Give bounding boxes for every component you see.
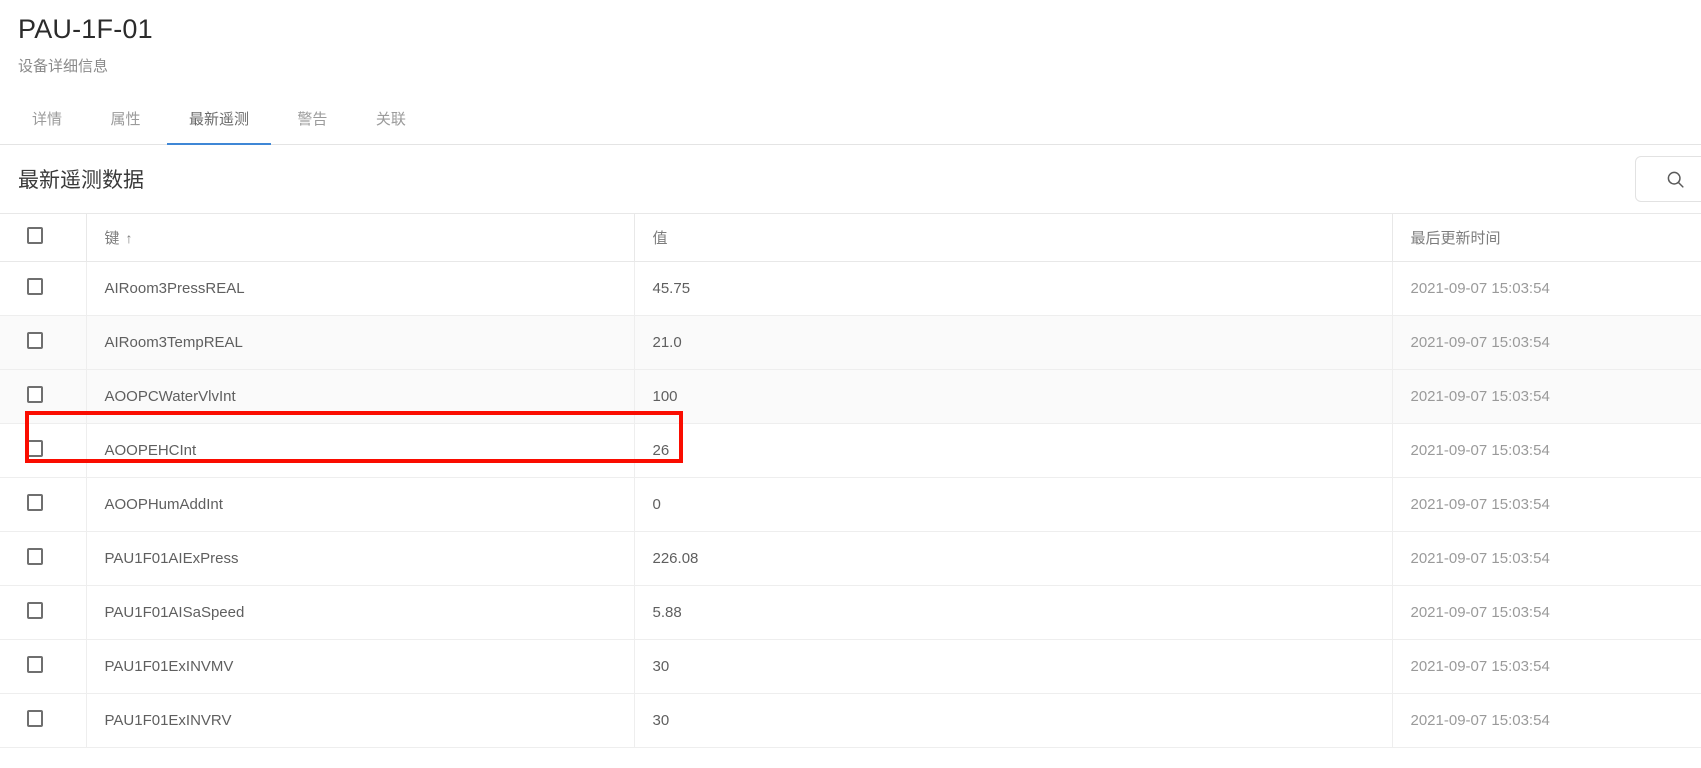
page-header: PAU-1F-01 设备详细信息: [0, 0, 1701, 78]
column-header-key[interactable]: 键 ↑: [85, 213, 634, 262]
row-key: AIRoom3PressREAL: [85, 261, 634, 316]
table-row[interactable]: AIRoom3PressREAL 45.75 2021-09-07 15:03:…: [0, 261, 1701, 316]
row-key: PAU1F01ExINVRV: [85, 693, 634, 748]
row-value: 0: [633, 477, 1392, 532]
table-row[interactable]: AIRoom3TempREAL 21.0 2021-09-07 15:03:54: [0, 315, 1701, 370]
row-checkbox[interactable]: [27, 332, 43, 349]
row-checkbox[interactable]: [27, 440, 43, 457]
tab-attributes[interactable]: 属性: [88, 100, 162, 145]
telemetry-table-wrap: 键 ↑ 值 最后更新时间 AIRoom3PressREAL 45.75 2021-…: [0, 213, 1701, 748]
row-key: PAU1F01AIExPress: [85, 531, 634, 586]
row-key: PAU1F01ExINVMV: [85, 639, 634, 694]
row-key: PAU1F01AISaSpeed: [85, 585, 634, 640]
row-last-update: 2021-09-07 15:03:54: [1391, 477, 1701, 532]
tab-relations[interactable]: 关联: [354, 100, 428, 145]
table-row[interactable]: PAU1F01AIExPress 226.08 2021-09-07 15:03…: [0, 531, 1701, 586]
row-select-cell: [0, 261, 86, 316]
row-last-update: 2021-09-07 15:03:54: [1391, 369, 1701, 424]
row-select-cell: [0, 315, 86, 370]
row-key: AIRoom3TempREAL: [85, 315, 634, 370]
row-checkbox[interactable]: [27, 710, 43, 727]
row-key: AOOPEHCInt: [85, 423, 634, 478]
row-checkbox[interactable]: [27, 656, 43, 673]
row-checkbox[interactable]: [27, 386, 43, 403]
table-row[interactable]: PAU1F01ExINVMV 30 2021-09-07 15:03:54: [0, 639, 1701, 694]
row-select-cell: [0, 585, 86, 640]
table-row[interactable]: PAU1F01AISaSpeed 5.88 2021-09-07 15:03:5…: [0, 585, 1701, 640]
row-checkbox[interactable]: [27, 278, 43, 295]
row-value: 226.08: [633, 531, 1392, 586]
row-last-update: 2021-09-07 15:03:54: [1391, 261, 1701, 316]
column-header-last-update[interactable]: 最后更新时间: [1391, 213, 1701, 262]
table-row-highlighted[interactable]: AOOPEHCInt 26 2021-09-07 15:03:54: [0, 423, 1701, 478]
column-header-key-label: 键: [104, 230, 120, 247]
row-key: AOOPHumAddInt: [85, 477, 634, 532]
row-select-cell: [0, 477, 86, 532]
table-body: AIRoom3PressREAL 45.75 2021-09-07 15:03:…: [0, 261, 1701, 748]
row-select-cell: [0, 693, 86, 748]
row-select-cell: [0, 369, 86, 424]
table-head: 键 ↑ 值 最后更新时间: [0, 213, 1701, 262]
row-checkbox[interactable]: [27, 602, 43, 619]
table-row[interactable]: AOOPHumAddInt 0 2021-09-07 15:03:54: [0, 477, 1701, 532]
search-button[interactable]: [1635, 156, 1701, 202]
row-value: 100: [633, 369, 1392, 424]
page-subtitle: 设备详细信息: [18, 58, 109, 75]
card-title: 最新遥测数据: [18, 169, 144, 192]
row-value: 26: [633, 423, 1392, 478]
column-header-value[interactable]: 值: [633, 213, 1392, 262]
row-value: 30: [633, 639, 1392, 694]
sort-ascending-icon[interactable]: ↑: [126, 230, 133, 246]
row-select-cell: [0, 531, 86, 586]
tab-details[interactable]: 详情: [10, 100, 84, 145]
row-select-cell: [0, 423, 86, 478]
row-last-update: 2021-09-07 15:03:54: [1391, 315, 1701, 370]
telemetry-table: 键 ↑ 值 最后更新时间 AIRoom3PressREAL 45.75 2021-…: [0, 213, 1701, 748]
row-last-update: 2021-09-07 15:03:54: [1391, 639, 1701, 694]
row-value: 21.0: [633, 315, 1392, 370]
table-row[interactable]: AOOPCWaterVlvInt 100 2021-09-07 15:03:54: [0, 369, 1701, 424]
tab-latest-telemetry[interactable]: 最新遥测: [166, 100, 271, 145]
row-key: AOOPCWaterVlvInt: [85, 369, 634, 424]
row-value: 30: [633, 693, 1392, 748]
card-header: 最新遥测数据: [0, 145, 1701, 213]
row-select-cell: [0, 639, 86, 694]
row-last-update: 2021-09-07 15:03:54: [1391, 585, 1701, 640]
table-header-row: 键 ↑ 值 最后更新时间: [0, 213, 1701, 262]
row-checkbox[interactable]: [27, 494, 43, 511]
row-last-update: 2021-09-07 15:03:54: [1391, 693, 1701, 748]
search-icon: [1665, 169, 1686, 190]
row-last-update: 2021-09-07 15:03:54: [1391, 531, 1701, 586]
row-checkbox[interactable]: [27, 548, 43, 565]
row-last-update: 2021-09-07 15:03:54: [1391, 423, 1701, 478]
row-value: 45.75: [633, 261, 1392, 316]
tabbar: 详情 属性 最新遥测 警告 关联: [0, 100, 1701, 145]
row-value: 5.88: [633, 585, 1392, 640]
page-title: PAU-1F-01: [18, 14, 153, 44]
select-all-header: [0, 213, 86, 262]
select-all-checkbox[interactable]: [27, 227, 43, 244]
tab-alarms[interactable]: 警告: [275, 100, 349, 145]
table-row[interactable]: PAU1F01ExINVRV 30 2021-09-07 15:03:54: [0, 693, 1701, 748]
